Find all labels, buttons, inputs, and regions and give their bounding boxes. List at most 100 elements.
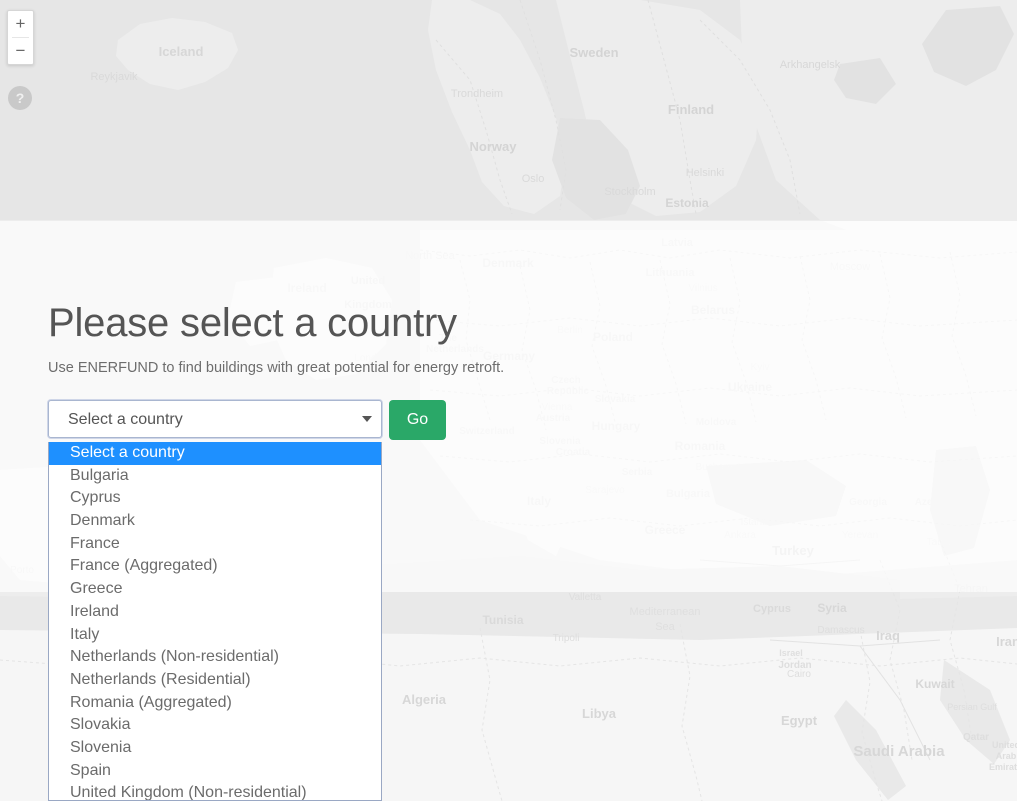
- map-label: Slovakia: [595, 394, 636, 405]
- dropdown-option[interactable]: France (Aggregated): [49, 555, 381, 578]
- map-label: Black Sea: [761, 483, 811, 495]
- go-button[interactable]: Go: [389, 400, 446, 440]
- map-label: Persian Gulf: [947, 702, 997, 712]
- dropdown-option[interactable]: United Kingdom (Non-residential): [49, 782, 381, 800]
- map-label: Romania: [675, 439, 726, 453]
- map-label: Valletta: [569, 592, 602, 603]
- map-label: United: [351, 275, 385, 287]
- map-label: Estonia: [665, 196, 709, 210]
- dropdown-option[interactable]: Denmark: [49, 510, 381, 533]
- map-label: Algeria: [402, 692, 447, 707]
- dropdown-option[interactable]: Select a country: [49, 442, 381, 465]
- map-label: Belarus: [691, 303, 735, 317]
- map-label: Austria: [536, 413, 571, 424]
- map-label: United: [992, 740, 1017, 750]
- zoom-out-button[interactable]: −: [8, 38, 33, 64]
- map-label: Czech: [551, 375, 580, 386]
- map-label: Croatia: [556, 447, 591, 458]
- map-label: Greece: [645, 523, 686, 537]
- map-label: Sarajevo: [585, 485, 625, 496]
- map-label: Cairo: [787, 669, 811, 680]
- dropdown-option[interactable]: Netherlands (Residential): [49, 669, 381, 692]
- dropdown-option[interactable]: Netherlands (Non-residential): [49, 646, 381, 669]
- map-label: Egypt: [781, 713, 818, 728]
- dropdown-option[interactable]: Italy: [49, 624, 381, 647]
- map-label: Istanbul: [740, 517, 775, 528]
- map-label: Finland: [668, 102, 714, 117]
- dropdown-option[interactable]: Ireland: [49, 601, 381, 624]
- map-label: Vilnius: [688, 283, 717, 294]
- map-label: Georgia: [849, 497, 887, 508]
- map-label: Kyiv: [751, 362, 770, 373]
- map-label: Ankara: [724, 530, 756, 541]
- country-select[interactable]: Select a country: [48, 400, 382, 438]
- map-label: Tehran: [954, 583, 988, 595]
- map-label: Qatar: [963, 732, 989, 743]
- map-label: Denmark: [482, 256, 534, 270]
- map-label: Berlin: [557, 325, 583, 336]
- map-label: Mediterranean: [630, 606, 701, 618]
- map-label: Libya: [582, 706, 617, 721]
- chevron-down-icon: [362, 416, 372, 422]
- map-label: Iceland: [159, 44, 204, 59]
- map-label: Cyprus: [753, 603, 791, 615]
- map-label: Helsinki: [686, 167, 725, 179]
- map-label: Vienna: [542, 402, 573, 413]
- map-label: Turkey: [772, 543, 814, 558]
- map-label: Arab: [996, 751, 1017, 761]
- zoom-in-button[interactable]: +: [8, 11, 33, 37]
- map-label: Arkhangelsk: [780, 59, 841, 71]
- dropdown-option[interactable]: Cyprus: [49, 487, 381, 510]
- dropdown-option[interactable]: Slovenia: [49, 737, 381, 760]
- map-label: Italy: [527, 494, 551, 508]
- map-label: Oslo: [522, 173, 545, 185]
- map-label: Tabriz: [927, 537, 954, 548]
- map-label: Latvia: [661, 237, 694, 249]
- map-label: Porto: [10, 565, 34, 576]
- map-label: Poland: [593, 330, 633, 344]
- map-label: Slovenia: [539, 436, 581, 447]
- map-label: Yerevan: [842, 530, 878, 541]
- map-label: Sea: [655, 621, 675, 633]
- map-label: Kuwait: [915, 677, 954, 691]
- map-label: Azerbaijan: [915, 497, 966, 508]
- hero-section: Please select a country Use ENERFUND to …: [48, 300, 504, 376]
- map-label: Hungary: [592, 419, 641, 433]
- country-dropdown-list[interactable]: Select a country Bulgaria Cyprus Denmark Fra…: [48, 442, 382, 801]
- map-zoom-controls: + −: [7, 10, 34, 65]
- map-label: Reykjavik: [90, 71, 138, 83]
- country-form: Select a country Go: [48, 400, 446, 440]
- dropdown-option[interactable]: Romania (Aggregated): [49, 692, 381, 715]
- map-label: North Sea: [405, 250, 455, 262]
- page-subtitle: Use ENERFUND to find buildings with grea…: [48, 360, 505, 376]
- map-label: Trondheim: [451, 88, 503, 100]
- map-label: Lithuania: [646, 267, 696, 279]
- map-label: Moscow: [830, 261, 870, 273]
- map-label: Switzerland: [459, 426, 515, 437]
- map-label: Saudi Arabia: [853, 743, 945, 760]
- dropdown-option[interactable]: Greece: [49, 578, 381, 601]
- country-select-value: Select a country: [68, 411, 183, 428]
- dropdown-option[interactable]: Bulgaria: [49, 465, 381, 488]
- map-label: Moldova: [696, 417, 737, 428]
- map-label: Emirates: [989, 762, 1017, 772]
- map-label: Tunisia: [482, 613, 523, 627]
- map-label: Israel: [779, 648, 803, 658]
- map-label: Bulgaria: [666, 488, 711, 500]
- dropdown-option[interactable]: France: [49, 533, 381, 556]
- map-label: Ukraine: [728, 380, 772, 394]
- map-label: Norway: [470, 139, 518, 154]
- dropdown-option[interactable]: Slovakia: [49, 714, 381, 737]
- map-label: Bucharest: [695, 462, 740, 473]
- map-label: Damascus: [817, 625, 864, 636]
- map-label: Tripoli: [553, 633, 580, 644]
- map-label: Serbia: [622, 467, 653, 478]
- map-label: Ireland: [287, 281, 326, 295]
- dropdown-option[interactable]: Spain: [49, 760, 381, 783]
- map-label: Iraq: [876, 628, 900, 643]
- map-label: Stockholm: [604, 186, 655, 198]
- map-label: Sweden: [569, 45, 618, 60]
- help-icon[interactable]: ?: [8, 86, 32, 110]
- page-title: Please select a country: [48, 301, 457, 345]
- map-label: Republic: [547, 386, 590, 397]
